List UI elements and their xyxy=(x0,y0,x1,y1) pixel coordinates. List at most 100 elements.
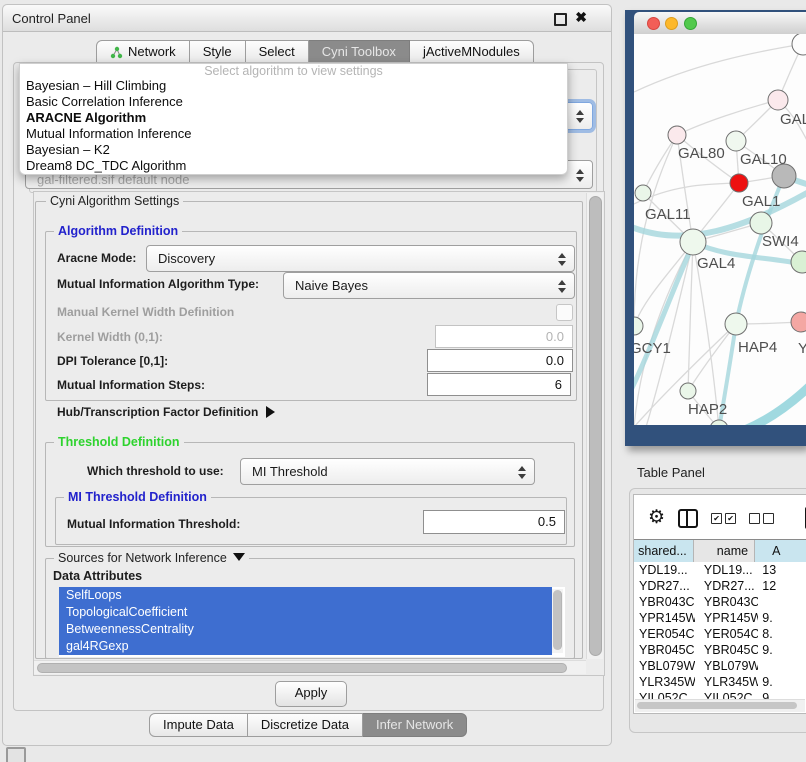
network-node[interactable] xyxy=(726,131,746,151)
close-traffic-light-icon[interactable] xyxy=(647,17,660,30)
mi-type-combo[interactable]: Naive Bayes xyxy=(283,272,575,299)
which-threshold-combo[interactable]: MI Threshold xyxy=(240,458,535,485)
network-node[interactable] xyxy=(634,317,643,335)
stepper-icon xyxy=(558,280,566,293)
network-canvas[interactable]: GALGAL80GAL10GAL1GAL11GAL4SWI4GCY1HAP4YH… xyxy=(634,34,806,425)
tab-select[interactable]: Select xyxy=(246,40,309,64)
docked-panel-button[interactable] xyxy=(6,747,26,762)
node-label: Y xyxy=(798,340,806,357)
stepper-icon xyxy=(576,110,584,123)
mi-threshold-field[interactable]: 0.5 xyxy=(423,510,565,534)
network-node[interactable] xyxy=(668,126,686,144)
tab-infer-network[interactable]: Infer Network xyxy=(363,713,467,737)
algorithm-option[interactable]: ARACNE Algorithm xyxy=(20,110,567,126)
attributes-list: SelfLoopsTopologicalCoefficientBetweenne… xyxy=(59,587,565,657)
table-row[interactable]: YDR27...YDR27...12 xyxy=(634,578,806,594)
scrollbar-thumb[interactable] xyxy=(589,196,602,656)
table-row[interactable]: YBR043CYBR043C xyxy=(634,594,806,610)
select-all-icon[interactable]: ✔✔ xyxy=(711,513,736,524)
node-label: GAL80 xyxy=(678,145,725,162)
aracne-mode-label: Aracne Mode: xyxy=(57,251,136,265)
tab-label: Infer Network xyxy=(376,714,453,736)
network-node[interactable] xyxy=(635,185,651,201)
attribute-item[interactable]: TopologicalCoefficient xyxy=(59,604,552,621)
table-row[interactable]: YER054CYER054C8. xyxy=(634,626,806,642)
column-header[interactable]: name xyxy=(694,540,755,562)
table-cell: YLR345W xyxy=(634,674,695,690)
algorithm-option[interactable]: Dream8 DC_TDC Algorithm xyxy=(20,158,567,174)
attribute-item[interactable]: BetweennessCentrality xyxy=(59,621,552,638)
mi-steps-label: Mutual Information Steps: xyxy=(57,378,205,392)
network-node[interactable] xyxy=(730,174,748,192)
algorithm-option[interactable]: Mutual Information Inference xyxy=(20,126,567,142)
attribute-item[interactable]: SelfLoops xyxy=(59,587,552,604)
tab-discretize-data[interactable]: Discretize Data xyxy=(248,713,363,737)
network-node[interactable] xyxy=(725,313,747,335)
table-horizontal-scrollbar[interactable] xyxy=(635,699,805,712)
table-cell xyxy=(758,658,806,674)
attributes-scrollbar[interactable] xyxy=(552,589,563,653)
scrollbar-thumb[interactable] xyxy=(37,663,567,673)
kernel-width-field[interactable]: 0.0 xyxy=(435,325,573,348)
columns-icon[interactable] xyxy=(678,509,698,528)
algorithm-option[interactable]: Bayesian – Hill Climbing xyxy=(20,78,567,94)
sources-title[interactable]: Sources for Network Inference xyxy=(54,551,249,565)
aracne-mode-combo[interactable]: Discovery xyxy=(146,245,575,272)
column-header[interactable]: shared... xyxy=(634,540,694,562)
tab-jactivemnodules[interactable]: jActiveMNodules xyxy=(410,40,534,64)
table-cell: 9. xyxy=(758,610,806,626)
aracne-mode-value: Discovery xyxy=(158,251,215,266)
network-node[interactable] xyxy=(791,251,806,273)
deselect-all-icon[interactable] xyxy=(749,513,774,524)
settings-horizontal-scrollbar[interactable] xyxy=(34,660,586,674)
tab-cyni-toolbox[interactable]: Cyni Toolbox xyxy=(309,40,410,64)
apply-button[interactable]: Apply xyxy=(275,681,347,707)
zoom-traffic-light-icon[interactable] xyxy=(684,17,697,30)
hub-definition-toggle[interactable]: Hub/Transcription Factor Definition xyxy=(57,405,275,419)
algorithm-option[interactable]: Basic Correlation Inference xyxy=(20,94,567,110)
table-header-row: shared...nameA xyxy=(634,539,806,561)
table-row[interactable]: YBR045CYBR045C9. xyxy=(634,642,806,658)
network-node[interactable] xyxy=(792,34,806,55)
gear-icon[interactable]: ⚙ xyxy=(648,508,665,528)
sources-title-label: Sources for Network Inference xyxy=(58,551,227,565)
network-node[interactable] xyxy=(680,229,706,255)
table-toolbar: ⚙ ✔✔ xyxy=(648,505,806,531)
scrollbar-thumb[interactable] xyxy=(553,590,562,650)
attribute-item[interactable]: gal4RGexp xyxy=(59,638,552,655)
tab-impute-data[interactable]: Impute Data xyxy=(149,713,248,737)
dpi-tolerance-field[interactable]: 0.0 xyxy=(427,349,573,372)
settings-vertical-scrollbar[interactable] xyxy=(586,193,603,659)
float-panel-icon[interactable] xyxy=(554,13,567,26)
network-node[interactable] xyxy=(750,212,772,234)
node-label: SWI4 xyxy=(762,233,799,250)
node-label: GCY1 xyxy=(634,340,671,357)
table-row[interactable]: YDL19...YDL19...13 xyxy=(634,562,806,578)
network-node[interactable] xyxy=(791,312,806,332)
scrollbar-thumb[interactable] xyxy=(637,702,797,709)
screen: Control Panel ✖ Network Style Select Cyn… xyxy=(0,0,806,762)
tab-label: Select xyxy=(259,41,295,63)
control-panel-tabs: Network Style Select Cyni Toolbox jActiv… xyxy=(96,40,534,64)
table-cell: YDR27... xyxy=(695,578,758,594)
manual-kernel-checkbox[interactable] xyxy=(556,304,573,321)
node-label: GAL11 xyxy=(645,206,691,223)
table-row[interactable]: YBL079WYBL079W xyxy=(634,658,806,674)
tab-style[interactable]: Style xyxy=(190,40,246,64)
minimize-traffic-light-icon[interactable] xyxy=(665,17,678,30)
algorithm-option[interactable]: Bayesian – K2 xyxy=(20,142,567,158)
close-icon[interactable]: ✖ xyxy=(575,9,587,26)
table-row[interactable]: YPR145WYPR145W9. xyxy=(634,610,806,626)
network-window-titlebar[interactable] xyxy=(634,12,806,35)
network-node[interactable] xyxy=(680,383,696,399)
network-node[interactable] xyxy=(772,164,796,188)
mi-steps-field[interactable]: 6 xyxy=(427,373,571,396)
mi-type-value: Naive Bayes xyxy=(295,278,368,293)
table-cell: 13 xyxy=(758,562,806,578)
dpi-tolerance-label: DPI Tolerance [0,1]: xyxy=(57,354,168,368)
network-node[interactable] xyxy=(768,90,788,110)
table-row[interactable]: YLR345WYLR345W9. xyxy=(634,674,806,690)
control-panel-window: Control Panel ✖ Network Style Select Cyn… xyxy=(2,4,612,746)
column-header[interactable]: A xyxy=(755,540,806,562)
tab-network[interactable]: Network xyxy=(96,40,190,64)
